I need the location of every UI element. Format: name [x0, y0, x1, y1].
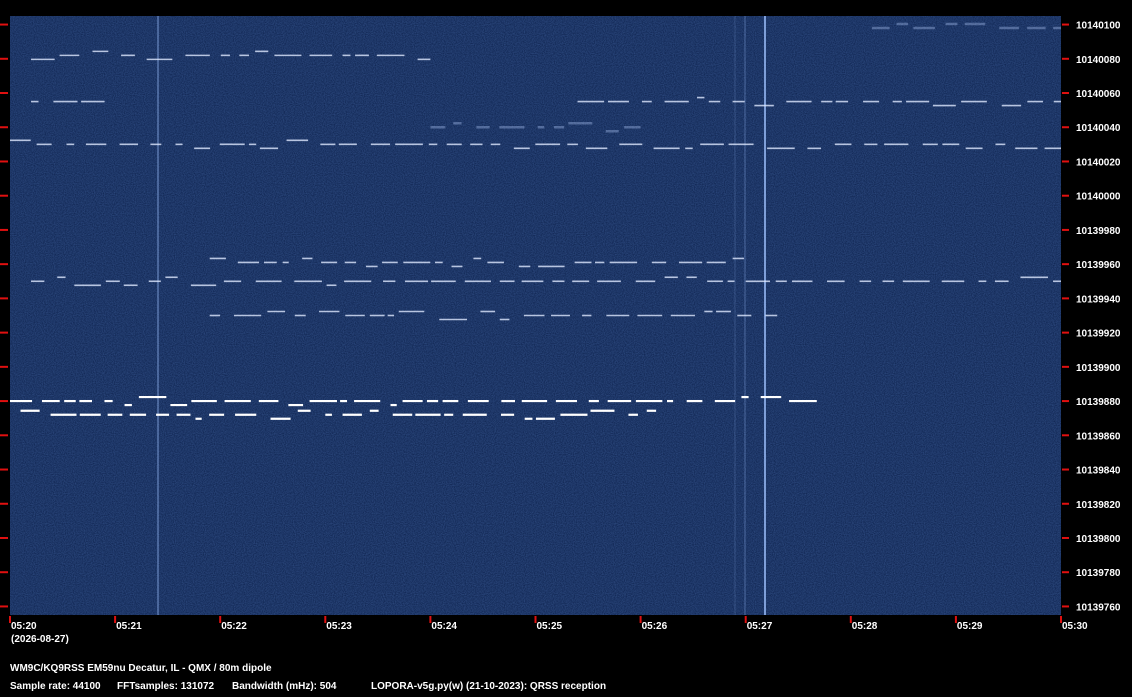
sample-rate-info: Sample rate: 44100 [10, 681, 101, 692]
x-axis: 05:20 05:21 05:22 05:23 05:24 05:25 05:26 05:27… [9, 616, 1088, 645]
x-tick-label: 05:26 [642, 621, 668, 632]
station-info: WM9C/KQ9RSS EM59nu Decatur, IL - QMX / 8… [10, 663, 272, 674]
y-tick-label: 10139800 [1076, 534, 1121, 545]
x-tick-label: 05:20 [11, 621, 37, 632]
x-tick-label: 05:25 [537, 621, 563, 632]
y-tick-label: 10140100 [1076, 21, 1121, 32]
y-tick-label: 10140060 [1076, 89, 1121, 100]
bandwidth-info: Bandwidth (mHz): 504 [232, 681, 337, 692]
y-tick-label: 10139920 [1076, 329, 1121, 340]
x-tick-label: 05:23 [326, 621, 352, 632]
y-tick-label: 10139960 [1076, 260, 1121, 271]
y-tick-label: 10139820 [1076, 500, 1121, 511]
x-tick-label: 05:22 [221, 621, 247, 632]
y-tick-label: 10140000 [1076, 192, 1121, 203]
y-tick-label: 10139880 [1076, 397, 1121, 408]
software-info: LOPORA-v5g.py(w) (21-10-2023): QRSS rece… [371, 681, 607, 692]
y-tick-label: 10139760 [1076, 602, 1121, 613]
y-tick-label: 10139940 [1076, 294, 1121, 305]
y-tick-label: 10139860 [1076, 431, 1121, 442]
fft-samples-info: FFTsamples: 131072 [117, 681, 215, 692]
y-tick-label: 10139840 [1076, 466, 1121, 477]
spectrogram-chart: 10140100 10140080 10140060 10140040 10140020… [0, 16, 1121, 645]
y-tick-label: 10139900 [1076, 363, 1121, 374]
x-tick-label: 05:30 [1062, 621, 1088, 632]
y-tick-label: 10140040 [1076, 123, 1121, 134]
x-tick-label: 05:24 [431, 621, 457, 632]
x-date-label: (2026-08-27) [11, 634, 69, 645]
y-tick-label: 10139780 [1076, 568, 1121, 579]
y-tick-label: 10140020 [1076, 157, 1121, 168]
x-tick-label: 05:28 [852, 621, 878, 632]
y-tick-label: 10140080 [1076, 55, 1121, 66]
x-tick-label: 05:21 [116, 621, 142, 632]
x-tick-label: 05:27 [747, 621, 773, 632]
y-tick-label: 10139980 [1076, 226, 1121, 237]
x-tick-label: 05:29 [957, 621, 983, 632]
